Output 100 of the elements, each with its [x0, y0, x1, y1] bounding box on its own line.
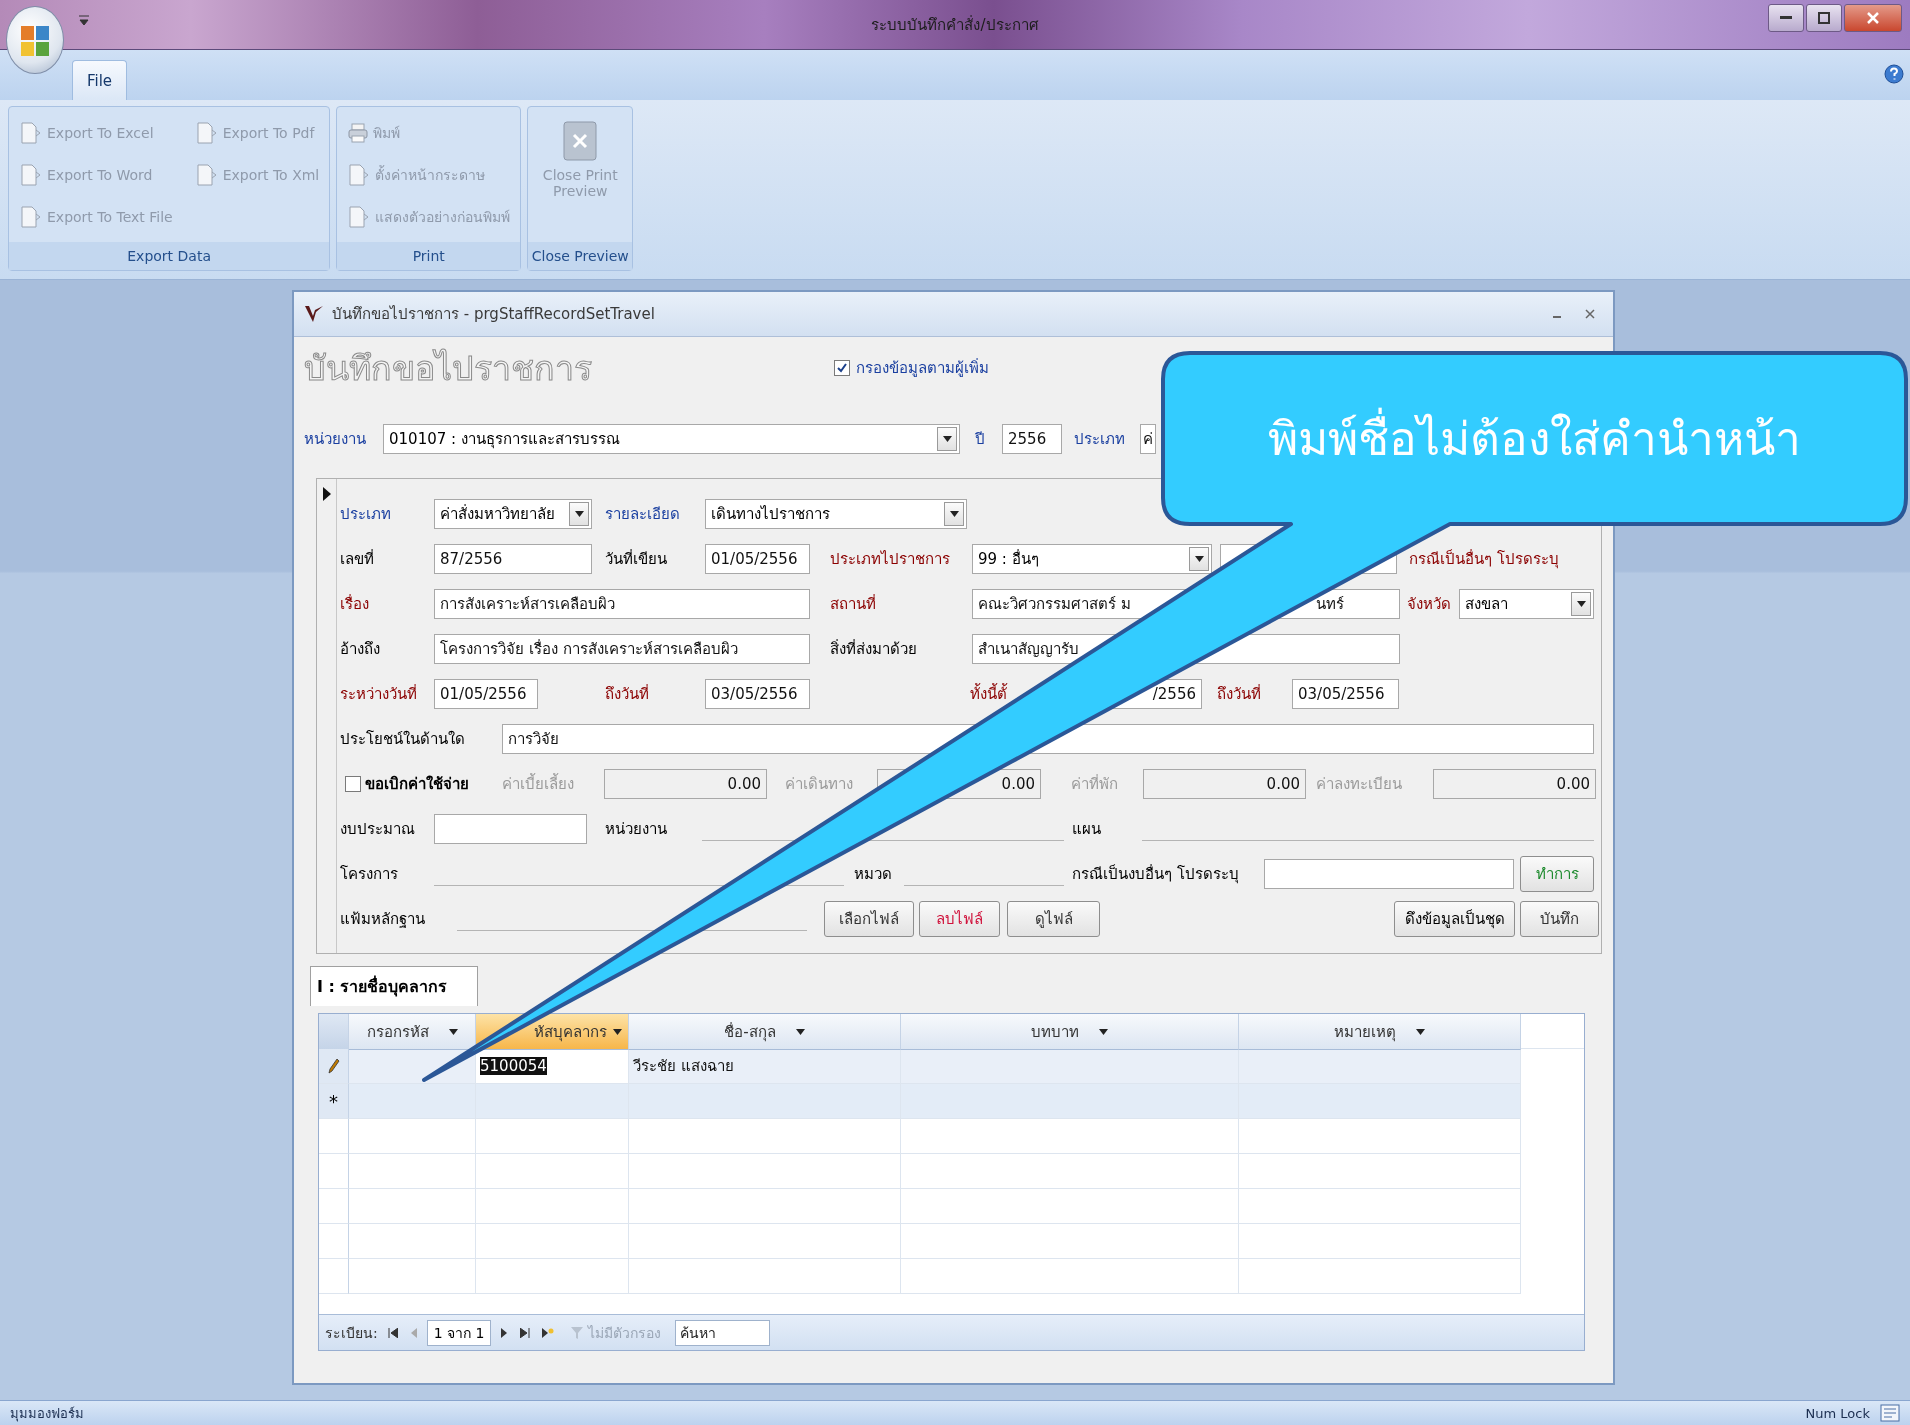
status-indicator: Num Lock	[1805, 1405, 1870, 1421]
input-field[interactable]	[1264, 859, 1514, 889]
input-field[interactable]: โครงการวิจัย เรื่อง การสังเคราะห์สารเคลือบผิว	[434, 634, 810, 664]
column-header[interactable]: กรอกรหัส	[349, 1014, 476, 1050]
field-label: ประเภท	[1074, 429, 1126, 450]
dropdown-value: เดินทางไปราชการ	[711, 504, 831, 525]
quick-access-icon[interactable]	[78, 14, 90, 28]
dropdown-button[interactable]	[1571, 592, 1591, 616]
field-text: นทร์	[1316, 594, 1345, 615]
caret-icon	[1099, 1028, 1108, 1035]
checkbox-label: ขอเบิกค่าใช้จ่าย	[365, 774, 469, 795]
form-heading: บันทึกขอไปราชการ	[304, 347, 593, 390]
group-label: Export Data	[9, 242, 330, 270]
field-label: เลขที่	[340, 548, 375, 570]
printer-icon	[347, 122, 370, 144]
form-button[interactable]: ลบไฟล์	[919, 901, 1000, 937]
input-field[interactable]: 03/05/2556	[1292, 679, 1399, 709]
column-header[interactable]: ชื่อ-สกุล	[629, 1014, 901, 1050]
caret-icon	[1416, 1028, 1425, 1035]
form-button[interactable]: บันทึก	[1520, 901, 1599, 937]
restore-button[interactable]	[1806, 4, 1842, 32]
caret-icon	[1576, 601, 1586, 607]
dropdown-value: 99 : อื่นๆ	[978, 548, 1040, 570]
last-record-button[interactable]	[518, 1327, 533, 1338]
callout-text: พิมพ์ชื่อไม่ต้องใส่คำนำหน้า	[1163, 353, 1906, 524]
dropdown-button[interactable]	[1189, 547, 1209, 571]
dropdown-button[interactable]	[569, 502, 589, 526]
group-label: Print	[337, 242, 521, 270]
field-label: ค่าเบี้ยเลี้ยง	[502, 772, 575, 795]
funnel-icon	[570, 1325, 585, 1340]
field-label: ค่าเดินทาง	[785, 774, 854, 795]
new-row-marker[interactable]: *	[319, 1084, 349, 1119]
close-button[interactable]	[1844, 4, 1902, 32]
field-label: งบประมาณ	[340, 819, 416, 840]
form-button[interactable]: ทำการ	[1520, 856, 1594, 892]
document-icon	[19, 206, 43, 228]
field-label: ค่าที่พัก	[1071, 773, 1119, 795]
form-button[interactable]: ดึงข้อมูลเป็นชุด	[1394, 901, 1515, 937]
field-text: คณะวิศวกรรมศาสตร์ ม	[978, 594, 1131, 615]
cell-text: 5100054	[480, 1057, 547, 1075]
row-selector[interactable]	[319, 1049, 349, 1084]
dropdown-field[interactable]: เดินทางไปราชการ	[705, 499, 967, 529]
window-title: ระบบบันทึกคำสั่ง/ประกาศ	[871, 14, 1039, 36]
dropdown-value: สงขลา	[1465, 594, 1509, 615]
input-field[interactable]: 01/05/2556	[705, 544, 810, 574]
field-label: กรณีเป็นอื่นๆ โปรดระบุ	[1409, 548, 1560, 571]
input-field[interactable]: 01/05/2556	[434, 679, 538, 709]
field-label: จังหวัด	[1407, 594, 1452, 615]
dropdown-field[interactable]: ค่าสั่งมหาวิทยาลัย	[434, 499, 592, 529]
field-label: ประโยชน์ในด้านใด	[340, 729, 466, 750]
minimize-icon	[1553, 316, 1561, 319]
form-button[interactable]: ดูไฟล์	[1007, 901, 1100, 937]
field-label: ประเภทไปราชการ	[830, 549, 951, 570]
checkbox[interactable]	[834, 360, 850, 376]
field-label: หน่วยงาน	[304, 429, 367, 450]
caret-icon	[613, 1028, 622, 1035]
input-field[interactable]: 2556	[1002, 424, 1062, 454]
field-label: แผน	[1072, 819, 1102, 840]
first-record-button[interactable]	[385, 1327, 400, 1338]
column-header[interactable]: บทบาท	[901, 1014, 1239, 1050]
status-text: มุมมองฟอร์ม	[10, 1404, 84, 1424]
minimize-button[interactable]	[1768, 4, 1804, 32]
input-field[interactable]: 03/05/2556	[705, 679, 810, 709]
record-position[interactable]: 1 จาก 1	[426, 1319, 492, 1346]
caret-icon	[795, 1028, 805, 1035]
document-icon	[19, 122, 43, 144]
field-label: รายละเอียด	[605, 504, 681, 525]
field-label: หมวด	[854, 864, 893, 885]
help-icon[interactable]	[1884, 64, 1904, 84]
dropdown-button[interactable]	[944, 502, 964, 526]
input-field[interactable]	[434, 814, 587, 844]
ribbon-tab[interactable]: File	[72, 60, 128, 100]
input-field[interactable]: การสังเคราะห์สารเคลือบผิว	[434, 589, 810, 619]
field-label: วันที่เขียน	[605, 548, 668, 570]
input-field[interactable]: 87/2556	[434, 544, 592, 574]
field-label: ถึงวันที่	[1217, 683, 1262, 705]
dropdown-field[interactable]: 99 : อื่นๆ	[972, 544, 1212, 574]
dropdown-value: 010107 : งานธุรการและสารบรรณ	[389, 429, 621, 451]
record-pointer-icon	[322, 487, 331, 501]
caret-icon	[574, 511, 584, 517]
restore-icon	[1818, 12, 1830, 24]
field-label: กรณีเป็นงบอื่นๆ โปรดระบุ	[1072, 863, 1240, 886]
close-icon	[1867, 12, 1879, 24]
checkbox-label: กรองข้อมูลตามผู้เพิ่ม	[856, 357, 989, 379]
input-field[interactable]: ค่	[1140, 424, 1156, 454]
field-label: อ้างถึง	[340, 639, 381, 660]
field-label: สถานที่	[830, 593, 877, 615]
caret-icon	[1194, 556, 1204, 562]
search-field[interactable]: ค้นหา	[675, 1319, 771, 1346]
dropdown-field[interactable]: สงขลา	[1459, 589, 1594, 619]
navigator-label: ระเบียน:	[325, 1323, 378, 1343]
field-label: แฟ้มหลักฐาน	[340, 909, 426, 930]
form-button[interactable]: เลือกไฟล์	[824, 901, 914, 937]
dropdown-button[interactable]	[937, 427, 957, 451]
caret-icon	[949, 511, 959, 517]
input-field[interactable]: การวิจัย	[502, 724, 1594, 754]
column-header[interactable]: หมายเหตุ	[1239, 1014, 1521, 1050]
subform-tab[interactable]: I : รายชื่อบุคลากร	[310, 966, 478, 1006]
dropdown-field[interactable]: 010107 : งานธุรการและสารบรรณ	[383, 424, 960, 454]
checkbox[interactable]	[345, 776, 361, 792]
